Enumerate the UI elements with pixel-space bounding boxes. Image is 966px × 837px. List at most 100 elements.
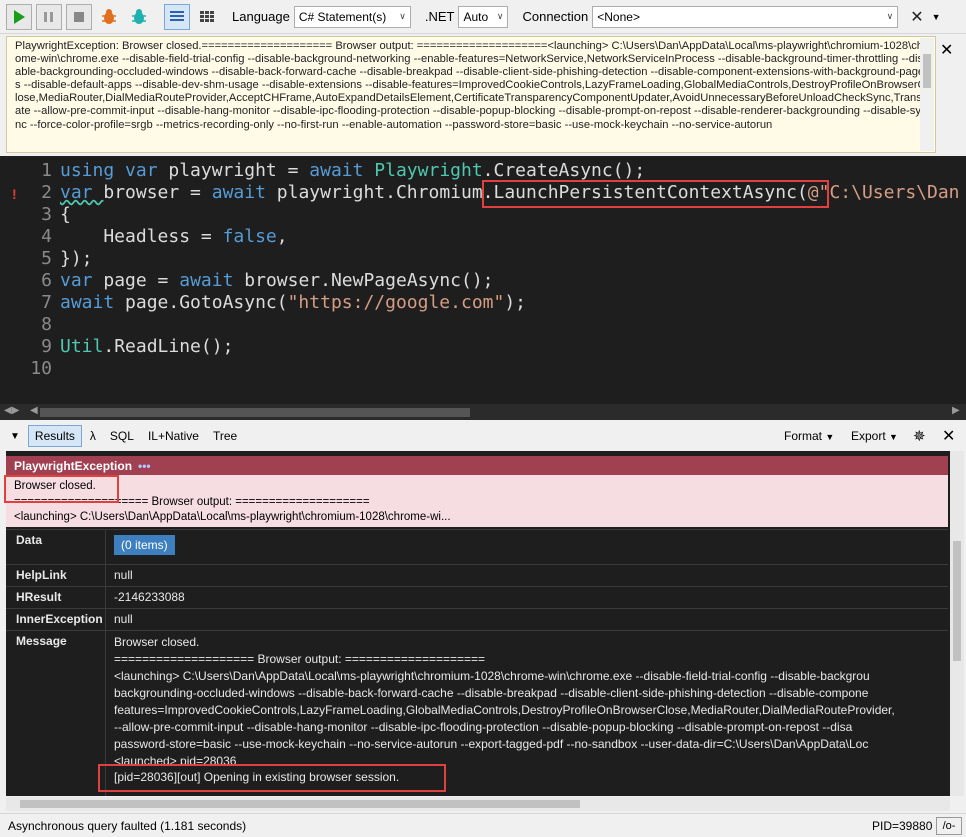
export-menu[interactable]: Export ▼	[851, 429, 898, 443]
language-select[interactable]: C# Statement(s) ∨	[293, 5, 411, 28]
property-value: -2146233088	[114, 590, 185, 604]
line-number: 2	[41, 182, 52, 203]
language-label: Language	[232, 9, 290, 24]
connection-label: Connection	[522, 9, 589, 24]
property-row-innerexception: InnerException null	[6, 608, 948, 630]
property-key: HResult	[6, 587, 106, 608]
summary-line: Browser closed.	[14, 480, 96, 492]
message-line: password-store=basic --use-mock-keychain…	[114, 737, 869, 751]
highlight-launch-method	[482, 180, 829, 208]
code-line-1: using var playwright = await Playwright.…	[60, 160, 646, 181]
property-row-data: Data (0 items)	[6, 529, 948, 564]
collapse-results-icon[interactable]: ▼	[10, 431, 20, 442]
code-editor[interactable]: 1 2 3 4 5 6 7 8 9 10 ! using var playwri…	[0, 156, 966, 404]
chevron-down-icon: ∨	[496, 11, 504, 21]
editor-horizontal-scrollbar[interactable]: ◀▶ ◀ ▶	[0, 404, 966, 420]
rich-text-view-button[interactable]	[164, 3, 190, 30]
language-value: C# Statement(s)	[298, 9, 387, 24]
property-value: null	[114, 612, 133, 626]
chevron-down-icon: ▼	[889, 432, 898, 442]
tab-results[interactable]: Results	[27, 425, 82, 447]
property-row-helplink: HelpLink null	[6, 564, 948, 586]
close-error-icon[interactable]: ✕	[940, 40, 953, 60]
line-number: 7	[41, 292, 52, 313]
tab-lambda[interactable]: λ	[84, 426, 102, 446]
error-text: PlaywrightException: Browser closed.====…	[15, 40, 927, 131]
more-icon[interactable]: •••	[138, 459, 151, 473]
line-number-gutter: 1 2 3 4 5 6 7 8 9 10	[0, 156, 56, 404]
code-line-3: {	[60, 204, 71, 225]
dotnet-value: Auto	[463, 9, 489, 24]
summary-line: <launching> C:\Users\Dan\AppData\Local\m…	[14, 511, 451, 523]
optimize-toggle-button[interactable]: /o-	[936, 817, 962, 835]
message-line: --allow-pre-commit-input --disable-hang-…	[114, 720, 853, 734]
scroll-thumb[interactable]	[40, 408, 470, 417]
stop-button[interactable]	[66, 3, 92, 30]
results-horizontal-scrollbar[interactable]	[6, 797, 950, 811]
tab-il-native[interactable]: IL+Native	[142, 426, 205, 446]
line-number: 10	[30, 358, 52, 379]
line-number: 1	[41, 160, 52, 181]
process-id: PID=39880	[872, 818, 933, 833]
scroll-right-arrow-icon[interactable]: ▶	[952, 405, 960, 416]
line-number: 4	[41, 226, 52, 247]
status-text: Asynchronous query faulted (1.181 second…	[8, 818, 247, 833]
line-number: 9	[41, 336, 52, 357]
exception-header: PlaywrightException •••	[6, 456, 948, 475]
property-key: InnerException	[6, 609, 106, 630]
close-results-icon[interactable]: ✕	[942, 426, 955, 446]
connection-select[interactable]: <None> ∨	[592, 5, 899, 28]
property-key: HelpLink	[6, 565, 106, 586]
grid-icon	[200, 10, 214, 22]
status-bar: Asynchronous query faulted (1.181 second…	[0, 813, 966, 837]
bug-icon	[102, 8, 116, 24]
exception-type: PlaywrightException	[14, 459, 133, 473]
pause-button[interactable]	[36, 3, 62, 30]
debug-button[interactable]	[96, 4, 122, 30]
code-line-5: });	[60, 248, 93, 269]
clear-connection-icon[interactable]: ✕	[910, 7, 923, 27]
summary-line: ==================== Browser output: ===…	[14, 495, 370, 508]
tab-tree[interactable]: Tree	[207, 426, 243, 446]
scroll-left-icon[interactable]: ◀▶	[4, 405, 19, 416]
message-line: backgrounding-occluded-windows --disable…	[114, 686, 869, 700]
code-line-4: Headless = false,	[60, 226, 288, 247]
scroll-left-arrow-icon[interactable]: ◀	[30, 405, 38, 416]
message-line: features=ImprovedCookieControls,LazyFram…	[114, 703, 895, 717]
debug-alt-button[interactable]	[126, 4, 152, 30]
chevron-down-icon: ▼	[825, 432, 835, 442]
code-line-7: await page.GotoAsync("https://google.com…	[60, 292, 527, 313]
code-line-6: var page = await browser.NewPageAsync();	[60, 270, 494, 291]
main-toolbar: Language C# Statement(s) ∨ .NET Auto ∨ Con…	[0, 0, 966, 34]
pin-results-icon[interactable]: ✵	[913, 427, 926, 445]
stop-icon	[74, 11, 84, 22]
results-toolbar: ▼ Results λ SQL IL+Native Tree Format ▼ …	[0, 423, 966, 449]
line-number: 5	[41, 248, 52, 269]
dotnet-select[interactable]: Auto ∨	[458, 5, 509, 28]
format-menu[interactable]: Format ▼	[784, 429, 834, 443]
property-value: null	[114, 568, 133, 582]
tab-sql[interactable]: SQL	[104, 426, 140, 446]
bug-green-icon	[132, 8, 146, 24]
results-vertical-scrollbar[interactable]	[950, 451, 964, 796]
error-scrollbar[interactable]	[920, 38, 934, 151]
run-button[interactable]	[6, 3, 32, 30]
grid-view-button[interactable]	[194, 4, 220, 30]
code-line-9: Util.ReadLine();	[60, 336, 234, 357]
exception-summary: Browser closed. ==================== Bro…	[6, 475, 948, 527]
connection-value: <None>	[597, 9, 640, 24]
message-line: Browser closed.	[114, 635, 200, 649]
chevron-down-icon: ∨	[886, 11, 894, 21]
message-line: ==================== Browser output: ===…	[114, 652, 486, 666]
text-lines-icon	[170, 10, 184, 21]
line-number: 3	[41, 204, 52, 225]
error-marker-icon: !	[12, 186, 17, 202]
play-icon	[14, 9, 25, 24]
pause-icon	[44, 11, 53, 22]
dotnet-label: .NET	[424, 9, 455, 24]
error-message-box: PlaywrightException: Browser closed.====…	[6, 36, 936, 153]
line-number: 8	[41, 314, 52, 335]
property-key: Message	[6, 631, 106, 796]
connection-dropdown-icon[interactable]: ▼	[932, 12, 941, 22]
data-items-button[interactable]: (0 items)	[114, 535, 175, 555]
